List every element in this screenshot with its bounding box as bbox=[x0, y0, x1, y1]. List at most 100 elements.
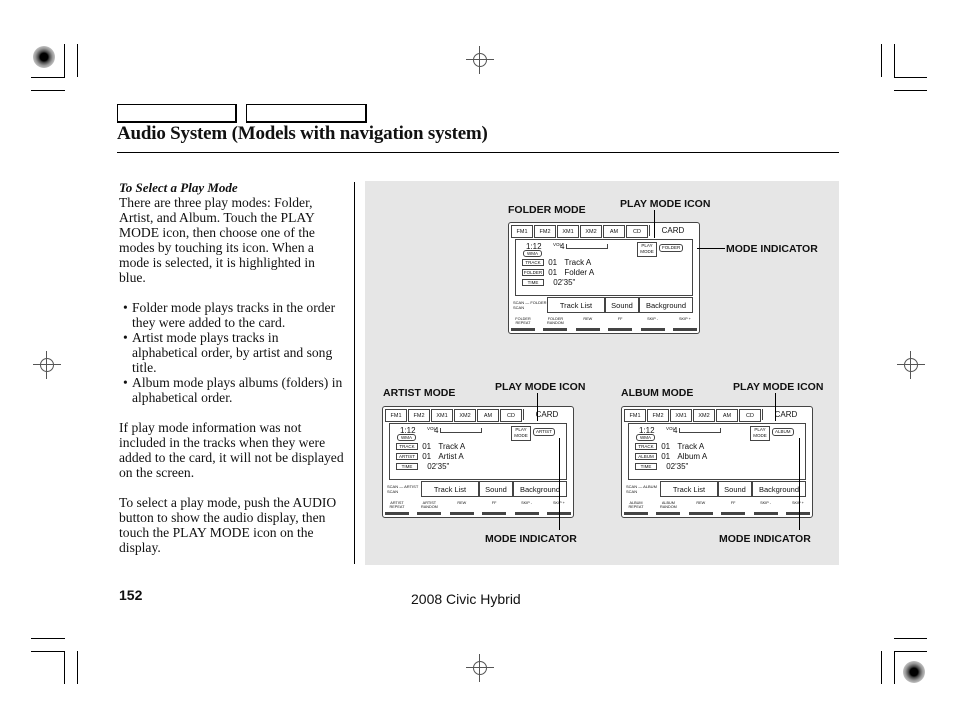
row-number: 01 bbox=[548, 258, 558, 267]
hard-key[interactable]: REW bbox=[688, 501, 713, 515]
tab-am[interactable]: AM bbox=[716, 409, 738, 422]
hard-key[interactable]: SKIP + bbox=[785, 501, 810, 515]
info-paragraph: If play mode information was not include… bbox=[119, 420, 344, 480]
control-row: SCAN — FOLDER SCAN Track List Sound Backgr… bbox=[511, 297, 697, 313]
info-row: TIME 02'35" bbox=[635, 462, 688, 471]
tab-card[interactable]: CARD bbox=[762, 409, 809, 420]
hard-key[interactable]: FF bbox=[721, 501, 746, 515]
tab-am[interactable]: AM bbox=[603, 225, 625, 238]
hard-key[interactable]: ARTIST RANDOM bbox=[417, 501, 442, 515]
header-tab-box bbox=[246, 104, 367, 123]
tab-fm2[interactable]: FM2 bbox=[647, 409, 669, 422]
list-item: Artist mode plays tracks in alphabetical… bbox=[119, 330, 344, 375]
hard-key[interactable]: FF bbox=[608, 317, 633, 331]
mode-indicator: ARTIST bbox=[533, 428, 555, 436]
hard-key[interactable]: ARTIST REPEAT bbox=[385, 501, 409, 515]
tab-xm1[interactable]: XM1 bbox=[670, 409, 692, 422]
sound-button[interactable]: Sound bbox=[479, 481, 513, 497]
format-badge: WMA bbox=[636, 434, 655, 441]
tab-xm2[interactable]: XM2 bbox=[454, 409, 476, 422]
play-mode-button[interactable]: PLAY MODE bbox=[637, 242, 657, 257]
source-tabs: FM1 FM2 XM1 XM2 AM CD CARD bbox=[385, 409, 571, 422]
tab-xm2[interactable]: XM2 bbox=[580, 225, 602, 238]
volume-bar bbox=[566, 244, 608, 249]
scan-button[interactable]: SCAN — ALBUM SCAN bbox=[624, 484, 660, 494]
model-name: 2008 Civic Hybrid bbox=[411, 591, 521, 607]
row-value: Track A bbox=[564, 258, 592, 267]
tab-cd[interactable]: CD bbox=[739, 409, 761, 422]
tab-am[interactable]: AM bbox=[477, 409, 499, 422]
tab-fm2[interactable]: FM2 bbox=[408, 409, 430, 422]
hard-key[interactable]: SKIP - bbox=[753, 501, 778, 515]
row-value: Artist A bbox=[438, 452, 464, 461]
row-tag: TRACK bbox=[635, 443, 657, 451]
list-item: Album mode plays albums (folders) in alp… bbox=[119, 375, 344, 405]
track-list-button[interactable]: Track List bbox=[421, 481, 479, 497]
volume-value: 4 bbox=[434, 426, 439, 435]
row-number: 01 bbox=[661, 452, 671, 461]
mode-indicator: ALBUM bbox=[772, 428, 794, 436]
registration-crosshair-icon bbox=[897, 351, 925, 379]
sound-button[interactable]: Sound bbox=[718, 481, 752, 497]
play-mode-icon-callout: PLAY MODE ICON bbox=[620, 198, 711, 210]
tab-fm2[interactable]: FM2 bbox=[534, 225, 556, 238]
mode-label: ALBUM MODE bbox=[621, 387, 694, 399]
hard-key[interactable]: SKIP + bbox=[672, 317, 697, 331]
source-tabs: FM1 FM2 XM1 XM2 AM CD CARD bbox=[624, 409, 810, 422]
hard-key[interactable]: FF bbox=[482, 501, 507, 515]
background-button[interactable]: Background bbox=[639, 297, 693, 313]
play-mode-icon-callout: PLAY MODE ICON bbox=[733, 381, 824, 393]
tab-fm1[interactable]: FM1 bbox=[624, 409, 646, 422]
scan-button[interactable]: SCAN — FOLDER SCAN bbox=[511, 300, 547, 310]
instruction-paragraph: To select a play mode, push the AUDIO bu… bbox=[119, 495, 337, 555]
tab-xm1[interactable]: XM1 bbox=[557, 225, 579, 238]
row-number: 01 bbox=[422, 452, 432, 461]
mode-list: Folder mode plays tracks in the order th… bbox=[119, 300, 344, 405]
registration-crosshair-icon bbox=[33, 351, 61, 379]
info-row: FOLDER 01 Folder A bbox=[522, 268, 594, 277]
row-value: Album A bbox=[677, 452, 708, 461]
format-badge: WMA bbox=[523, 250, 542, 257]
callout-arrow bbox=[537, 393, 538, 421]
row-value: Folder A bbox=[564, 268, 595, 277]
tab-card[interactable]: CARD bbox=[649, 225, 696, 236]
volume-bar bbox=[679, 428, 721, 433]
hard-key[interactable]: REW bbox=[449, 501, 474, 515]
track-list-button[interactable]: Track List bbox=[660, 481, 718, 497]
hard-key[interactable]: SKIP - bbox=[514, 501, 539, 515]
row-value: 02'35" bbox=[553, 278, 576, 287]
hard-key[interactable]: FOLDER RANDOM bbox=[543, 317, 568, 331]
tab-xm2[interactable]: XM2 bbox=[693, 409, 715, 422]
column-divider bbox=[354, 182, 355, 564]
play-mode-button[interactable]: PLAY MODE bbox=[750, 426, 770, 441]
tab-xm1[interactable]: XM1 bbox=[431, 409, 453, 422]
volume-value: 4 bbox=[673, 426, 678, 435]
tab-fm1[interactable]: FM1 bbox=[511, 225, 533, 238]
hard-key[interactable]: SKIP - bbox=[640, 317, 665, 331]
tab-card[interactable]: CARD bbox=[523, 409, 570, 420]
tab-fm1[interactable]: FM1 bbox=[385, 409, 407, 422]
scan-button[interactable]: SCAN — ARTIST SCAN bbox=[385, 484, 421, 494]
play-mode-button[interactable]: PLAY MODE bbox=[511, 426, 531, 441]
row-value: Track A bbox=[438, 442, 466, 451]
hard-key[interactable]: REW bbox=[575, 317, 600, 331]
hard-key[interactable]: FOLDER REPEAT bbox=[511, 317, 535, 331]
background-button[interactable]: Background bbox=[752, 481, 806, 497]
intro-paragraph: There are three play modes: Folder, Arti… bbox=[119, 195, 315, 285]
header-tab-box bbox=[117, 104, 237, 123]
row-value: Track A bbox=[677, 442, 705, 451]
sound-button[interactable]: Sound bbox=[605, 297, 639, 313]
hard-key[interactable]: ALBUM RANDOM bbox=[656, 501, 681, 515]
page-number: 152 bbox=[119, 587, 143, 603]
tab-cd[interactable]: CD bbox=[626, 225, 648, 238]
mode-indicator: FOLDER bbox=[659, 244, 684, 252]
tab-cd[interactable]: CD bbox=[500, 409, 522, 422]
callout-arrow bbox=[799, 438, 800, 530]
title-rule bbox=[117, 152, 839, 153]
audio-screen: FM1 FM2 XM1 XM2 AM CD CARD 1:12 VOL 4 PLAY MOD… bbox=[621, 406, 813, 518]
hard-key[interactable]: ALBUM REPEAT bbox=[624, 501, 648, 515]
display-area: 1:12 VOL 4 PLAY MODE ALBUM WMA TRACK 01 … bbox=[628, 423, 806, 480]
mode-indicator-callout: MODE INDICATOR bbox=[726, 243, 818, 255]
track-list-button[interactable]: Track List bbox=[547, 297, 605, 313]
hard-keys: FOLDER REPEAT FOLDER RANDOM REW FF SKIP - SKI… bbox=[511, 317, 697, 331]
